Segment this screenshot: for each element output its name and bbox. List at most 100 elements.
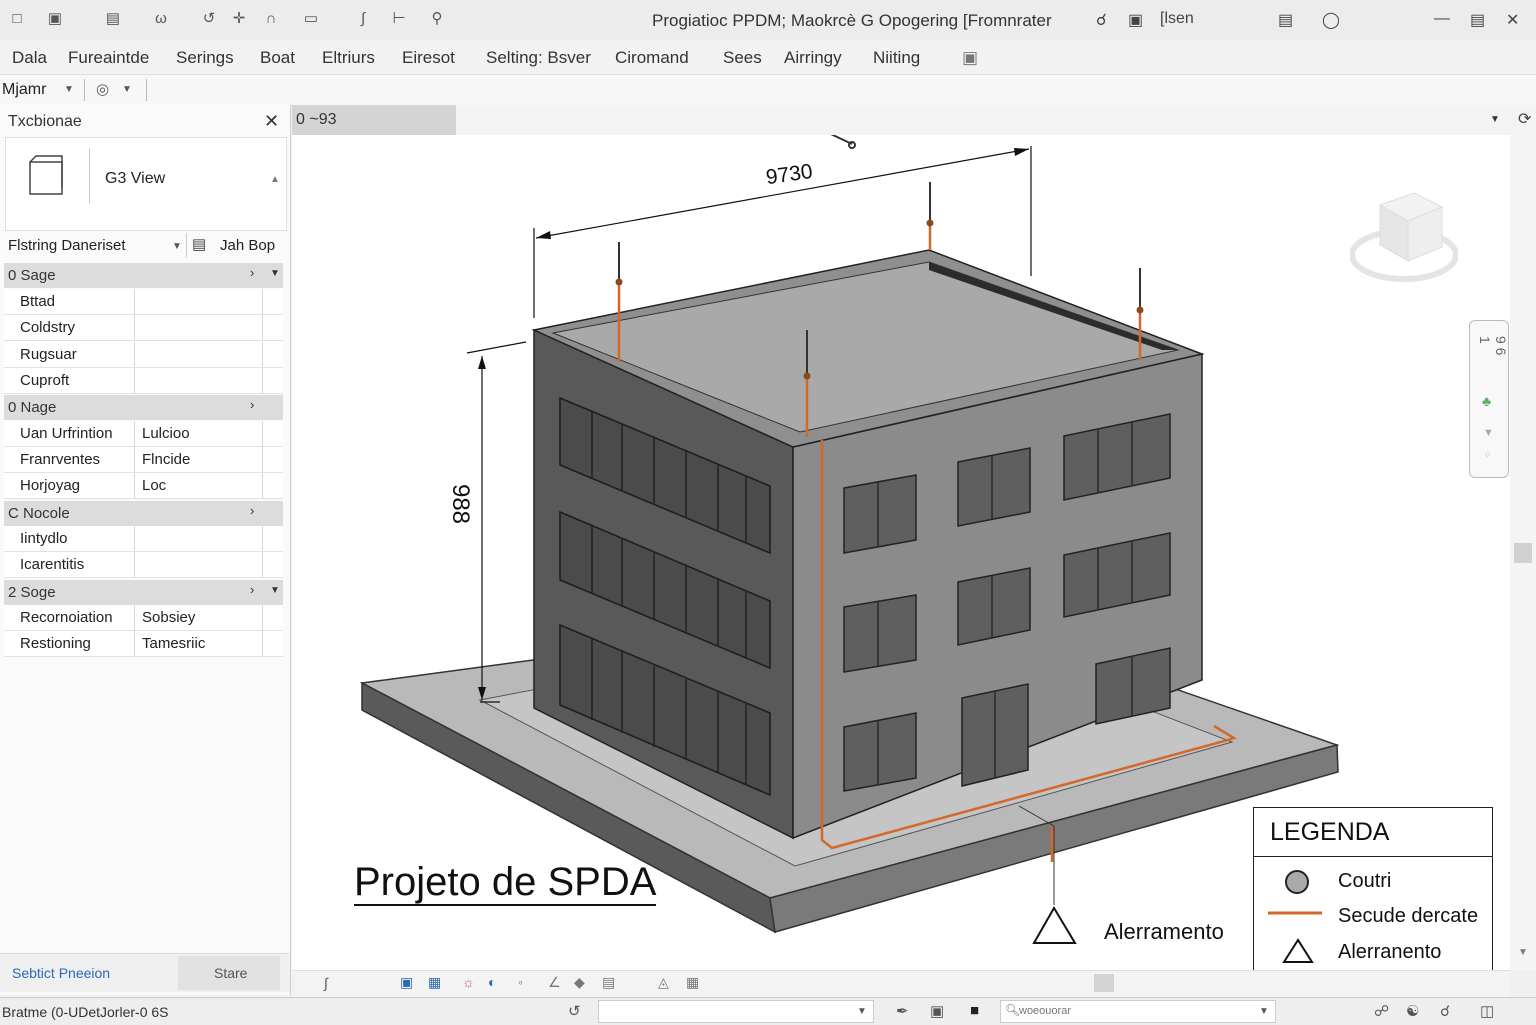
user-name[interactable]: [lsen bbox=[1160, 10, 1194, 28]
close-icon[interactable]: ✕ bbox=[264, 111, 279, 132]
vertical-scrollbar[interactable]: ▼ bbox=[1510, 135, 1536, 970]
property-value[interactable]: Flncide bbox=[142, 451, 190, 468]
shield-icon[interactable]: ▤ bbox=[1278, 10, 1293, 30]
analysis-icon[interactable]: ▦ bbox=[686, 974, 699, 991]
zoom-icon[interactable]: ▼ bbox=[1483, 427, 1494, 439]
tab-3d-view[interactable]: 0 ~93 bbox=[292, 105, 456, 135]
measure-icon[interactable]: ✛ bbox=[230, 10, 248, 28]
filter-selection-icon[interactable]: ◫ bbox=[1480, 1002, 1494, 1020]
tag-icon[interactable]: ∩ bbox=[262, 10, 280, 28]
design-options-icon[interactable]: ▣ bbox=[930, 1002, 944, 1020]
redo-icon[interactable]: ↺ bbox=[200, 10, 218, 28]
chevron-down-icon[interactable]: ▼ bbox=[122, 84, 132, 95]
filter-dropdown[interactable]: Flstring Daneriset bbox=[8, 237, 126, 254]
property-row[interactable]: Bttad bbox=[4, 289, 283, 315]
steering-wheel-icon[interactable]: ♣ bbox=[1482, 393, 1491, 409]
open-icon[interactable]: ▣ bbox=[46, 10, 64, 28]
show-crop-icon[interactable]: ∠ bbox=[548, 974, 561, 991]
horizontal-scroll-thumb[interactable] bbox=[1094, 974, 1114, 992]
drawing-viewport[interactable]: 9730 988 Projeto de SPDA Alerramento 9 6… bbox=[292, 135, 1510, 970]
view-cube[interactable] bbox=[1349, 185, 1459, 285]
property-row[interactable]: Iintydlo bbox=[4, 526, 283, 552]
scroll-thumb[interactable] bbox=[1514, 543, 1532, 563]
close-button[interactable]: ✕ bbox=[1506, 10, 1519, 30]
menu-item[interactable]: Serings bbox=[176, 48, 234, 68]
select-pinned-icon[interactable]: ☌ bbox=[1440, 1002, 1450, 1020]
property-value[interactable]: Lulcioo bbox=[142, 425, 190, 442]
property-row[interactable]: Franrventes Flncide bbox=[4, 447, 283, 473]
menu-item[interactable]: Boat bbox=[260, 48, 295, 68]
chevron-down-icon[interactable]: ▼ bbox=[172, 241, 182, 252]
editing-request-icon[interactable]: ✒ bbox=[896, 1002, 909, 1020]
menu-item[interactable]: Sees bbox=[723, 48, 762, 68]
temporary-hide-icon[interactable]: ▤ bbox=[602, 974, 615, 991]
property-row[interactable]: Rugsuar bbox=[4, 342, 283, 368]
view-icon[interactable]: ⚲ bbox=[428, 10, 446, 28]
model-icon[interactable]: ■ bbox=[970, 1002, 979, 1019]
property-value[interactable]: Tamesriic bbox=[142, 635, 205, 652]
arrow-icon[interactable]: ∫ bbox=[354, 10, 372, 28]
crop-icon[interactable]: ◦ bbox=[518, 974, 523, 990]
property-row[interactable]: Cuproft bbox=[4, 368, 283, 394]
maximize-button[interactable]: ▤ bbox=[1470, 10, 1485, 30]
select-underlay-icon[interactable]: ☯ bbox=[1406, 1002, 1419, 1020]
group-header[interactable]: C Nocole › bbox=[4, 501, 283, 526]
menu-item[interactable]: Airringy bbox=[784, 48, 842, 68]
edit-type-button[interactable]: Jah Bop bbox=[220, 237, 275, 254]
property-row[interactable]: Uan Urfrintion Lulcioo bbox=[4, 421, 283, 447]
chevron-down-icon[interactable]: ▼ bbox=[1490, 114, 1500, 125]
chevron-down-icon[interactable]: ▼ bbox=[1259, 1006, 1269, 1017]
menu-item[interactable]: Niiting bbox=[873, 48, 920, 68]
select-links-icon[interactable]: ☍ bbox=[1374, 1002, 1389, 1020]
chevron-up-icon[interactable]: ▲ bbox=[270, 174, 280, 185]
search-input[interactable] bbox=[1017, 1002, 1251, 1020]
shadows-icon[interactable]: ◐ bbox=[488, 974, 496, 990]
property-row[interactable]: Coldstry bbox=[4, 315, 283, 341]
property-row[interactable]: Restioning Tamesriic bbox=[4, 631, 283, 657]
undo-icon[interactable]: ω bbox=[152, 10, 170, 28]
search-field[interactable]: 🔍︎ ▼ bbox=[1000, 1000, 1276, 1023]
sun-path-icon[interactable]: ☼ bbox=[462, 974, 475, 990]
apply-button[interactable]: Stare bbox=[178, 956, 280, 990]
visual-style-icon[interactable]: ▦ bbox=[428, 974, 441, 991]
text-icon[interactable]: ▭ bbox=[302, 10, 320, 28]
group-header[interactable]: 0 Nage › bbox=[4, 395, 283, 420]
minimize-button[interactable]: — bbox=[1434, 10, 1450, 28]
new-icon[interactable]: □ bbox=[8, 10, 26, 28]
filter-icon[interactable]: ◎ bbox=[96, 80, 109, 98]
pin-icon[interactable]: ⟳ bbox=[1518, 109, 1531, 129]
cloud-icon[interactable]: ☌ bbox=[1096, 10, 1107, 30]
chevron-down-icon[interactable]: ▼ bbox=[857, 1006, 867, 1017]
navigation-bar[interactable]: 9 6 1 ♣ ▼ ○ bbox=[1469, 320, 1509, 478]
lock-view-icon[interactable]: ◆ bbox=[574, 974, 585, 991]
menu-item[interactable]: Ciromand bbox=[615, 48, 689, 68]
chevron-down-icon[interactable]: ▼ bbox=[270, 268, 280, 279]
properties-help-link[interactable]: Sebtict Pneeion bbox=[12, 965, 110, 981]
workset-dropdown[interactable]: ▼ bbox=[598, 1000, 874, 1023]
info-icon[interactable]: ▣ bbox=[1128, 10, 1143, 30]
scroll-down-icon[interactable]: ▼ bbox=[1518, 947, 1528, 958]
sync-icon[interactable]: ↺ bbox=[568, 1002, 581, 1020]
menu-item[interactable]: Eltriurs bbox=[322, 48, 375, 68]
help-icon[interactable]: ◯ bbox=[1322, 10, 1340, 30]
section-icon[interactable]: ⊢ bbox=[390, 10, 408, 28]
menu-item[interactable]: Dala bbox=[12, 48, 47, 68]
detail-level-icon[interactable]: ▣ bbox=[400, 974, 413, 991]
chevron-down-icon[interactable]: ▼ bbox=[270, 585, 280, 596]
menu-item[interactable]: Eiresot bbox=[402, 48, 455, 68]
property-value[interactable]: Sobsiey bbox=[142, 609, 195, 626]
scale-icon[interactable]: ∫ bbox=[324, 975, 328, 991]
edit-type-icon[interactable]: ▤ bbox=[192, 235, 206, 253]
group-header[interactable]: 0 Sage › ▼ bbox=[4, 263, 283, 288]
property-row[interactable]: Horjoyag Loc bbox=[4, 473, 283, 499]
modify-dropdown[interactable]: Mjamr bbox=[2, 81, 46, 99]
type-selector[interactable]: G3 View ▲ bbox=[5, 137, 287, 231]
ribbon-toggle-icon[interactable]: ▣ bbox=[962, 48, 978, 68]
property-row[interactable]: Icarentitis bbox=[4, 552, 283, 578]
property-row[interactable]: Recornoiation Sobsiey bbox=[4, 605, 283, 631]
save-icon[interactable]: ▤ bbox=[104, 10, 122, 28]
chevron-down-icon[interactable]: ▼ bbox=[64, 84, 74, 95]
property-value[interactable]: Loc bbox=[142, 477, 166, 494]
orbit-icon[interactable]: ○ bbox=[1485, 449, 1490, 459]
menu-item[interactable]: Fureaintde bbox=[68, 48, 149, 68]
